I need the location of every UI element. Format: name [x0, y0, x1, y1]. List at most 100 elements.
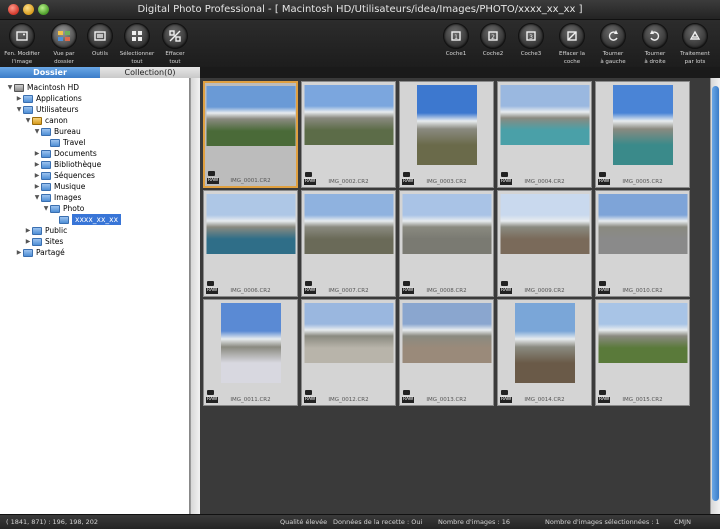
disclosure-triangle-icon[interactable]: ▶	[15, 247, 23, 258]
tab-collection[interactable]: Collection(0)	[100, 67, 200, 78]
thumbnail-cell[interactable]: RAW IMG_0005.CR2	[595, 81, 690, 188]
tree-item[interactable]: ▶ Applications	[15, 93, 82, 104]
tree-item-label: Documents	[54, 149, 97, 158]
folder-tree: ▼ Macintosh HD ▶ Applications ▼ Utilisateurs ▼…	[0, 78, 190, 514]
thumbnail-cell[interactable]: RAW IMG_0007.CR2	[301, 190, 396, 297]
toolbar-label-2: tout	[131, 59, 143, 65]
thumbnail-cell[interactable]: RAW IMG_0009.CR2	[497, 190, 592, 297]
edit-image-icon	[9, 23, 35, 49]
tree-item[interactable]: xxxx_xx_xx	[51, 214, 122, 225]
camera-icon	[501, 390, 508, 395]
home-folder-icon	[32, 116, 42, 125]
thumbnail-cell[interactable]: RAW IMG_0008.CR2	[399, 190, 494, 297]
rotate-right-icon	[642, 23, 668, 49]
folder-icon	[41, 171, 51, 180]
thumbnail-cell[interactable]: RAW IMG_0002.CR2	[301, 81, 396, 188]
thumbnail-filename: IMG_0013.CR2	[426, 397, 467, 403]
disclosure-triangle-icon[interactable]: ▼	[24, 115, 32, 126]
check1-button[interactable]: 1 Coche1	[436, 23, 476, 59]
thumbnail-image	[206, 86, 295, 146]
disclosure-triangle-icon[interactable]: ▶	[33, 148, 41, 159]
toolbar-label: Tourner	[602, 51, 624, 57]
sidebar-scrollbar[interactable]	[190, 78, 200, 514]
toolbar-label-2: par lots	[684, 59, 706, 65]
thumbnail-cell[interactable]: RAW IMG_0014.CR2	[497, 299, 592, 406]
window-title: Digital Photo Professional - [ Macintosh…	[137, 4, 583, 15]
thumbnail-cell[interactable]: RAW IMG_0015.CR2	[595, 299, 690, 406]
rotate-right-button[interactable]: Tourner à droite	[635, 23, 675, 65]
tree-item[interactable]: ▶ Bibliothèque	[33, 159, 102, 170]
folder-view-button[interactable]: Vue par dossier	[44, 23, 84, 65]
camera-icon	[207, 390, 214, 395]
select-all-button[interactable]: Sélectionner tout	[117, 23, 157, 65]
thumbnail-image	[304, 85, 393, 145]
tree-item-label: Utilisateurs	[36, 105, 79, 114]
thumbnail-cell[interactable]: RAW IMG_0010.CR2	[595, 190, 690, 297]
thumbnail-cell[interactable]: RAW IMG_0006.CR2	[203, 190, 298, 297]
disclosure-triangle-icon[interactable]: ▶	[33, 170, 41, 181]
disclosure-triangle-icon[interactable]: ▶	[15, 93, 23, 104]
tree-item[interactable]: ▶ Public	[24, 225, 68, 236]
tree-item[interactable]: ▶ Musique	[33, 181, 86, 192]
disclosure-triangle-icon[interactable]: ▶	[33, 181, 41, 192]
camera-icon	[403, 281, 410, 286]
toolbar-label: Fen. Modifier	[4, 51, 40, 57]
tab-folder[interactable]: Dossier	[0, 67, 100, 78]
edit-image-button[interactable]: Fen. Modifier l'image	[2, 23, 42, 65]
tools-icon	[87, 23, 113, 49]
tree-item[interactable]: ▼ Bureau	[33, 126, 81, 137]
disclosure-triangle-icon[interactable]: ▼	[33, 126, 41, 137]
scrollbar-knob[interactable]	[712, 86, 719, 501]
thumbnail-image	[598, 303, 687, 363]
tools-button[interactable]: Outils	[80, 23, 120, 59]
clear-all-button[interactable]: Effacer tout	[155, 23, 195, 65]
tree-item-label: Applications	[36, 94, 82, 103]
disclosure-triangle-icon[interactable]: ▶	[24, 236, 32, 247]
thumbnail-image	[612, 85, 673, 165]
folder-icon	[32, 226, 42, 235]
disclosure-triangle-icon[interactable]: ▼	[6, 82, 14, 93]
toolbar-label-2: coche	[563, 59, 581, 65]
tree-item[interactable]: ▼ Photo	[42, 203, 85, 214]
thumbnail-cell[interactable]: RAW IMG_0013.CR2	[399, 299, 494, 406]
thumbnail-cell[interactable]: RAW IMG_0012.CR2	[301, 299, 396, 406]
tree-item[interactable]: ▼ Utilisateurs	[15, 104, 79, 115]
disclosure-triangle-icon[interactable]: ▶	[33, 159, 41, 170]
thumbnail-cell[interactable]: RAW IMG_0011.CR2	[203, 299, 298, 406]
toolbar-label-2: dossier	[54, 59, 74, 65]
tree-item[interactable]: ▶ Documents	[33, 148, 97, 159]
toolbar-label: Vue par	[53, 51, 75, 57]
thumbnail-filename: IMG_0002.CR2	[328, 179, 369, 185]
tree-item-label: Bureau	[54, 127, 81, 136]
disclosure-triangle-icon[interactable]: ▼	[33, 192, 41, 203]
rotate-left-button[interactable]: Tourner à gauche	[593, 23, 633, 65]
thumbnail-scrollbar[interactable]	[710, 78, 720, 514]
disclosure-triangle-icon[interactable]: ▼	[42, 203, 50, 214]
status-image-count: Nombre d'images : 16	[438, 518, 511, 526]
tree-item-label: canon	[45, 116, 68, 125]
tree-item[interactable]: ▶ Sites	[24, 236, 64, 247]
tree-item[interactable]: ▶ Séquences	[33, 170, 95, 181]
check2-button[interactable]: 2 Coche2	[473, 23, 513, 59]
disclosure-triangle-icon[interactable]: ▶	[24, 225, 32, 236]
check3-button[interactable]: 3 Coche3	[511, 23, 551, 59]
disclosure-triangle-icon[interactable]: ▼	[15, 104, 23, 115]
tree-item[interactable]: ▼ Macintosh HD	[6, 82, 79, 93]
thumbnail-filename: IMG_0015.CR2	[622, 397, 663, 403]
toolbar-label: Traitement	[680, 51, 710, 57]
thumbnail-cell[interactable]: RAW IMG_0004.CR2	[497, 81, 592, 188]
folder-icon	[59, 215, 69, 224]
tree-item[interactable]: ▼ Images	[33, 192, 82, 203]
tree-item[interactable]: ▶ Partagé	[15, 247, 65, 258]
thumbnail-filename: IMG_0014.CR2	[524, 397, 565, 403]
batch-process-button[interactable]: Traitement par lots	[675, 23, 715, 65]
clear-check-button[interactable]: Effacer la coche	[552, 23, 592, 65]
thumbnail-cell[interactable]: RAW IMG_0003.CR2	[399, 81, 494, 188]
thumbnail-cell[interactable]: RAW IMG_0001.CR2	[203, 81, 298, 188]
folder-icon	[41, 193, 51, 202]
batch-process-icon	[682, 23, 708, 49]
tree-item-label: Images	[54, 193, 82, 202]
tree-item[interactable]: ▼ canon	[24, 115, 68, 126]
toolbar-label: Outils	[92, 51, 108, 57]
tree-item[interactable]: Travel	[42, 137, 85, 148]
